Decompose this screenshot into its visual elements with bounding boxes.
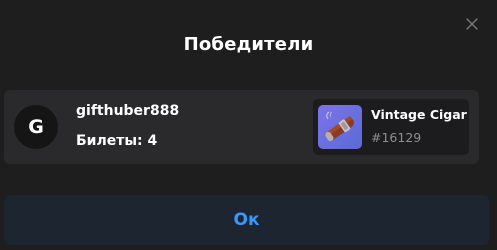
- prize-thumbnail: [318, 105, 362, 149]
- winner-tickets: Билеты: 4: [76, 133, 158, 149]
- ok-button[interactable]: Ок: [4, 195, 489, 245]
- close-icon[interactable]: [466, 15, 478, 34]
- close-button[interactable]: [461, 13, 483, 35]
- prize-id: #16129: [371, 130, 422, 145]
- winner-card: G gifthuber888 Билеты: 4 Vintage Cigar #…: [4, 90, 479, 164]
- prize-card[interactable]: Vintage Cigar #16129: [313, 99, 469, 155]
- cigar-icon: [318, 111, 362, 149]
- winners-modal: Победители G gifthuber888 Билеты: 4 Vint…: [0, 0, 497, 250]
- prize-name: Vintage Cigar: [371, 107, 467, 122]
- avatar: G: [14, 105, 58, 149]
- modal-title: Победители: [183, 34, 314, 55]
- winner-username: gifthuber888: [76, 103, 180, 119]
